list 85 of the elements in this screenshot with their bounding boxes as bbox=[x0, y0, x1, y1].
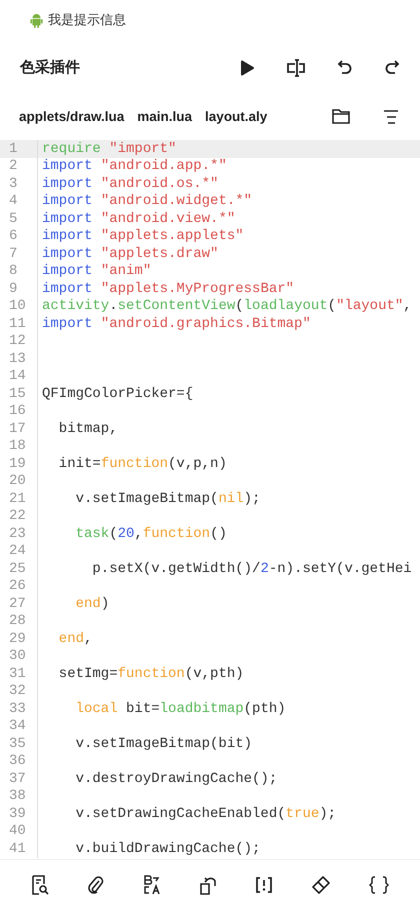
line-number: 33 bbox=[0, 700, 38, 718]
line-number: 35 bbox=[0, 735, 38, 752]
paperclip-icon[interactable] bbox=[87, 875, 105, 895]
code-line: v.destroyDrawingCache(); bbox=[74, 770, 278, 787]
undo-icon[interactable] bbox=[337, 58, 353, 76]
code-line: import "android.app.*" bbox=[41, 158, 227, 174]
code-line: v.buildDrawingCache(); bbox=[74, 840, 260, 857]
file-tab[interactable]: main.lua bbox=[137, 109, 192, 124]
line-number: 32 bbox=[0, 682, 38, 700]
line-number: 31 bbox=[0, 665, 38, 682]
line-number: 16 bbox=[0, 402, 38, 420]
code-line: p.setX(v.getWidth()/2-n).setY(v.getHei bbox=[91, 560, 412, 577]
line-number: 13 bbox=[0, 350, 38, 368]
line-number: 30 bbox=[0, 648, 38, 665]
line-number: 29 bbox=[0, 630, 38, 648]
line-number: 38 bbox=[0, 788, 38, 805]
line-number: 4 bbox=[0, 192, 38, 210]
code-line: import "android.widget.*" bbox=[41, 193, 252, 210]
status-message: 我是提示信息 bbox=[48, 12, 126, 29]
code-line: init=function(v,p,n) bbox=[58, 456, 227, 472]
line-number: 2 bbox=[0, 158, 38, 175]
code-line: require "import" bbox=[41, 140, 176, 157]
code-line: import "android.view.*" bbox=[41, 210, 236, 227]
line-number: 34 bbox=[0, 718, 38, 735]
code-line: import "android.graphics.Bitmap" bbox=[41, 316, 311, 332]
line-number: 6 bbox=[0, 228, 38, 245]
translate-icon[interactable] bbox=[143, 875, 161, 895]
code-line: v.setDrawingCacheEnabled(true); bbox=[74, 806, 336, 822]
code-line: end) bbox=[74, 596, 110, 612]
bracket-exclamation-icon[interactable] bbox=[255, 876, 273, 894]
app-title: 色采插件 bbox=[20, 58, 80, 77]
file-tab[interactable]: applets/draw.lua bbox=[19, 109, 124, 124]
line-number: 26 bbox=[0, 578, 38, 595]
code-line: v.setImageBitmap(bit) bbox=[74, 736, 252, 752]
braces-icon[interactable] bbox=[369, 876, 389, 894]
line-number: 5 bbox=[0, 210, 38, 228]
line-number: 27 bbox=[0, 595, 38, 612]
line-number: 21 bbox=[0, 490, 38, 508]
line-number: 19 bbox=[0, 455, 38, 472]
code-line: local bit=loadbitmap(pth) bbox=[74, 700, 286, 717]
code-line: import "android.os.*" bbox=[41, 176, 218, 192]
line-number: 25 bbox=[0, 560, 38, 578]
text-cursor-icon[interactable] bbox=[286, 58, 306, 76]
line-number: 1 bbox=[0, 140, 38, 158]
line-number: 39 bbox=[0, 805, 38, 822]
line-number: 20 bbox=[0, 472, 38, 490]
menu-icon[interactable] bbox=[383, 110, 399, 124]
android-icon bbox=[30, 12, 43, 28]
code-line: import "applets.applets" bbox=[41, 228, 244, 244]
line-number: 18 bbox=[0, 438, 38, 455]
line-number: 11 bbox=[0, 315, 38, 332]
line-number: 7 bbox=[0, 245, 38, 262]
line-number: 23 bbox=[0, 525, 38, 542]
code-line: QFImgColorPicker={ bbox=[41, 386, 194, 402]
line-number: 10 bbox=[0, 298, 38, 315]
play-icon[interactable] bbox=[239, 60, 255, 76]
code-line: v.setImageBitmap(nil); bbox=[74, 490, 260, 507]
line-number: 15 bbox=[0, 385, 38, 402]
code-line: bitmap, bbox=[58, 420, 118, 437]
line-number: 41 bbox=[0, 840, 38, 858]
rotate-icon[interactable] bbox=[199, 875, 217, 895]
line-number: 9 bbox=[0, 280, 38, 298]
file-tab[interactable]: layout.aly bbox=[205, 109, 268, 124]
line-number: 36 bbox=[0, 752, 38, 770]
redo-icon[interactable] bbox=[384, 58, 400, 76]
line-number: 3 bbox=[0, 175, 38, 192]
code-line: import "applets.MyProgressBar" bbox=[41, 280, 294, 297]
line-number: 22 bbox=[0, 508, 38, 525]
line-number: 17 bbox=[0, 420, 38, 438]
code-line: task(20,function() bbox=[74, 526, 227, 542]
code-line: import "applets.draw" bbox=[41, 246, 218, 262]
line-number: 14 bbox=[0, 368, 38, 385]
document-search-icon[interactable] bbox=[31, 875, 49, 895]
line-number: 37 bbox=[0, 770, 38, 788]
folder-icon[interactable] bbox=[332, 109, 350, 124]
line-number: 24 bbox=[0, 542, 38, 560]
line-number: 40 bbox=[0, 822, 38, 840]
code-line: end, bbox=[58, 630, 92, 647]
code-line: activity.setContentView(loadlayout("layout", bbox=[41, 298, 412, 314]
code-line: import "anim" bbox=[41, 263, 152, 280]
eraser-icon[interactable] bbox=[311, 875, 331, 895]
line-number: 28 bbox=[0, 612, 38, 630]
line-number: 8 bbox=[0, 262, 38, 280]
line-number: 12 bbox=[0, 332, 38, 350]
code-line: setImg=function(v,pth) bbox=[58, 666, 244, 682]
